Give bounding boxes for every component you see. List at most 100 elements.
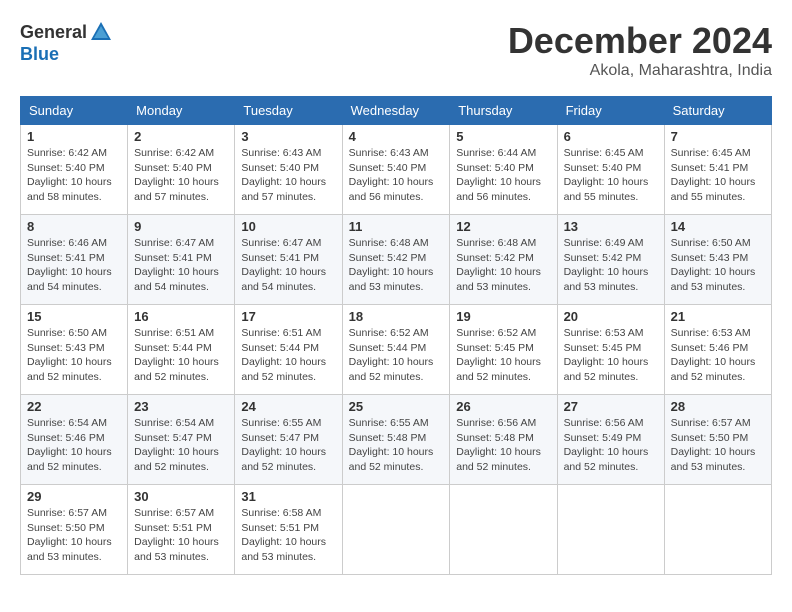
calendar-cell: 22 Sunrise: 6:54 AMSunset: 5:46 PMDaylig… bbox=[21, 395, 128, 485]
day-number: 12 bbox=[456, 219, 550, 234]
day-number: 7 bbox=[671, 129, 765, 144]
location: Akola, Maharashtra, India bbox=[508, 62, 772, 80]
day-number: 15 bbox=[27, 309, 121, 324]
title-block: December 2024 Akola, Maharashtra, India bbox=[508, 20, 772, 80]
day-info: Sunrise: 6:43 AMSunset: 5:40 PMDaylight:… bbox=[241, 147, 326, 203]
day-info: Sunrise: 6:47 AMSunset: 5:41 PMDaylight:… bbox=[134, 237, 219, 293]
day-number: 20 bbox=[564, 309, 658, 324]
calendar-cell: 17 Sunrise: 6:51 AMSunset: 5:44 PMDaylig… bbox=[235, 305, 342, 395]
calendar-cell: 7 Sunrise: 6:45 AMSunset: 5:41 PMDayligh… bbox=[664, 125, 771, 215]
day-info: Sunrise: 6:42 AMSunset: 5:40 PMDaylight:… bbox=[27, 147, 112, 203]
day-info: Sunrise: 6:43 AMSunset: 5:40 PMDaylight:… bbox=[349, 147, 434, 203]
day-info: Sunrise: 6:52 AMSunset: 5:44 PMDaylight:… bbox=[349, 327, 434, 383]
weekday-header: Sunday bbox=[21, 97, 128, 125]
day-number: 10 bbox=[241, 219, 335, 234]
logo: General Blue bbox=[20, 20, 113, 65]
calendar-cell: 20 Sunrise: 6:53 AMSunset: 5:45 PMDaylig… bbox=[557, 305, 664, 395]
calendar-cell: 15 Sunrise: 6:50 AMSunset: 5:43 PMDaylig… bbox=[21, 305, 128, 395]
calendar-cell: 27 Sunrise: 6:56 AMSunset: 5:49 PMDaylig… bbox=[557, 395, 664, 485]
day-info: Sunrise: 6:51 AMSunset: 5:44 PMDaylight:… bbox=[134, 327, 219, 383]
day-info: Sunrise: 6:50 AMSunset: 5:43 PMDaylight:… bbox=[671, 237, 756, 293]
day-number: 22 bbox=[27, 399, 121, 414]
day-info: Sunrise: 6:57 AMSunset: 5:50 PMDaylight:… bbox=[671, 417, 756, 473]
day-number: 29 bbox=[27, 489, 121, 504]
day-info: Sunrise: 6:46 AMSunset: 5:41 PMDaylight:… bbox=[27, 237, 112, 293]
logo-blue: Blue bbox=[20, 44, 59, 65]
day-info: Sunrise: 6:50 AMSunset: 5:43 PMDaylight:… bbox=[27, 327, 112, 383]
calendar-cell bbox=[450, 485, 557, 575]
day-number: 24 bbox=[241, 399, 335, 414]
day-number: 4 bbox=[349, 129, 444, 144]
day-info: Sunrise: 6:52 AMSunset: 5:45 PMDaylight:… bbox=[456, 327, 541, 383]
day-number: 21 bbox=[671, 309, 765, 324]
calendar-cell: 12 Sunrise: 6:48 AMSunset: 5:42 PMDaylig… bbox=[450, 215, 557, 305]
weekday-header: Thursday bbox=[450, 97, 557, 125]
calendar-cell: 30 Sunrise: 6:57 AMSunset: 5:51 PMDaylig… bbox=[128, 485, 235, 575]
calendar-cell: 25 Sunrise: 6:55 AMSunset: 5:48 PMDaylig… bbox=[342, 395, 450, 485]
day-number: 8 bbox=[27, 219, 121, 234]
day-number: 9 bbox=[134, 219, 228, 234]
day-number: 27 bbox=[564, 399, 658, 414]
day-number: 16 bbox=[134, 309, 228, 324]
calendar-cell: 14 Sunrise: 6:50 AMSunset: 5:43 PMDaylig… bbox=[664, 215, 771, 305]
day-number: 30 bbox=[134, 489, 228, 504]
calendar-cell: 9 Sunrise: 6:47 AMSunset: 5:41 PMDayligh… bbox=[128, 215, 235, 305]
calendar-cell bbox=[342, 485, 450, 575]
day-info: Sunrise: 6:44 AMSunset: 5:40 PMDaylight:… bbox=[456, 147, 541, 203]
calendar-cell: 6 Sunrise: 6:45 AMSunset: 5:40 PMDayligh… bbox=[557, 125, 664, 215]
day-info: Sunrise: 6:58 AMSunset: 5:51 PMDaylight:… bbox=[241, 507, 326, 563]
logo-general: General bbox=[20, 22, 87, 43]
weekday-header: Saturday bbox=[664, 97, 771, 125]
day-info: Sunrise: 6:48 AMSunset: 5:42 PMDaylight:… bbox=[456, 237, 541, 293]
month-title: December 2024 bbox=[508, 20, 772, 62]
calendar-cell: 16 Sunrise: 6:51 AMSunset: 5:44 PMDaylig… bbox=[128, 305, 235, 395]
day-number: 28 bbox=[671, 399, 765, 414]
day-number: 17 bbox=[241, 309, 335, 324]
calendar-cell: 24 Sunrise: 6:55 AMSunset: 5:47 PMDaylig… bbox=[235, 395, 342, 485]
day-number: 25 bbox=[349, 399, 444, 414]
day-info: Sunrise: 6:57 AMSunset: 5:51 PMDaylight:… bbox=[134, 507, 219, 563]
calendar-cell: 10 Sunrise: 6:47 AMSunset: 5:41 PMDaylig… bbox=[235, 215, 342, 305]
day-info: Sunrise: 6:53 AMSunset: 5:46 PMDaylight:… bbox=[671, 327, 756, 383]
day-number: 23 bbox=[134, 399, 228, 414]
calendar-cell: 18 Sunrise: 6:52 AMSunset: 5:44 PMDaylig… bbox=[342, 305, 450, 395]
calendar-table: SundayMondayTuesdayWednesdayThursdayFrid… bbox=[20, 96, 772, 575]
calendar-cell: 5 Sunrise: 6:44 AMSunset: 5:40 PMDayligh… bbox=[450, 125, 557, 215]
calendar-cell: 2 Sunrise: 6:42 AMSunset: 5:40 PMDayligh… bbox=[128, 125, 235, 215]
calendar-cell: 28 Sunrise: 6:57 AMSunset: 5:50 PMDaylig… bbox=[664, 395, 771, 485]
calendar-cell: 3 Sunrise: 6:43 AMSunset: 5:40 PMDayligh… bbox=[235, 125, 342, 215]
weekday-header: Wednesday bbox=[342, 97, 450, 125]
calendar-cell: 4 Sunrise: 6:43 AMSunset: 5:40 PMDayligh… bbox=[342, 125, 450, 215]
day-info: Sunrise: 6:54 AMSunset: 5:47 PMDaylight:… bbox=[134, 417, 219, 473]
day-info: Sunrise: 6:56 AMSunset: 5:48 PMDaylight:… bbox=[456, 417, 541, 473]
calendar-cell: 8 Sunrise: 6:46 AMSunset: 5:41 PMDayligh… bbox=[21, 215, 128, 305]
day-info: Sunrise: 6:55 AMSunset: 5:48 PMDaylight:… bbox=[349, 417, 434, 473]
day-number: 18 bbox=[349, 309, 444, 324]
calendar-cell bbox=[557, 485, 664, 575]
day-number: 2 bbox=[134, 129, 228, 144]
calendar-cell: 29 Sunrise: 6:57 AMSunset: 5:50 PMDaylig… bbox=[21, 485, 128, 575]
day-info: Sunrise: 6:56 AMSunset: 5:49 PMDaylight:… bbox=[564, 417, 649, 473]
day-info: Sunrise: 6:53 AMSunset: 5:45 PMDaylight:… bbox=[564, 327, 649, 383]
day-info: Sunrise: 6:47 AMSunset: 5:41 PMDaylight:… bbox=[241, 237, 326, 293]
day-number: 6 bbox=[564, 129, 658, 144]
day-info: Sunrise: 6:48 AMSunset: 5:42 PMDaylight:… bbox=[349, 237, 434, 293]
day-info: Sunrise: 6:54 AMSunset: 5:46 PMDaylight:… bbox=[27, 417, 112, 473]
day-number: 5 bbox=[456, 129, 550, 144]
calendar-cell: 26 Sunrise: 6:56 AMSunset: 5:48 PMDaylig… bbox=[450, 395, 557, 485]
day-number: 19 bbox=[456, 309, 550, 324]
calendar-cell: 11 Sunrise: 6:48 AMSunset: 5:42 PMDaylig… bbox=[342, 215, 450, 305]
day-number: 3 bbox=[241, 129, 335, 144]
weekday-header: Friday bbox=[557, 97, 664, 125]
day-number: 13 bbox=[564, 219, 658, 234]
day-number: 26 bbox=[456, 399, 550, 414]
calendar-cell: 31 Sunrise: 6:58 AMSunset: 5:51 PMDaylig… bbox=[235, 485, 342, 575]
day-number: 14 bbox=[671, 219, 765, 234]
calendar-cell: 1 Sunrise: 6:42 AMSunset: 5:40 PMDayligh… bbox=[21, 125, 128, 215]
day-number: 31 bbox=[241, 489, 335, 504]
day-info: Sunrise: 6:45 AMSunset: 5:41 PMDaylight:… bbox=[671, 147, 756, 203]
day-number: 1 bbox=[27, 129, 121, 144]
weekday-header: Monday bbox=[128, 97, 235, 125]
day-info: Sunrise: 6:55 AMSunset: 5:47 PMDaylight:… bbox=[241, 417, 326, 473]
day-info: Sunrise: 6:57 AMSunset: 5:50 PMDaylight:… bbox=[27, 507, 112, 563]
